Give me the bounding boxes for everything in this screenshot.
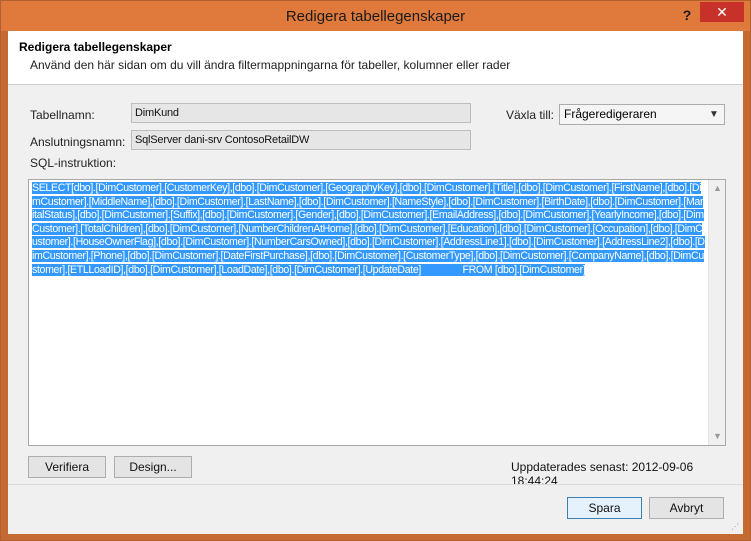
dialog-footer: Spara Avbryt ⋰ <box>8 484 743 534</box>
connection-name-label: Anslutningsnamn: <box>30 135 126 149</box>
sql-statement-label: SQL-instruktion: <box>30 156 117 170</box>
table-name-label: Tabellnamn: <box>30 108 95 122</box>
resize-grip-icon[interactable]: ⋰ <box>731 522 741 532</box>
dialog-client: Redigera tabellegenskaper Använd den här… <box>8 31 743 534</box>
connection-name-field: SqlServer dani-srv ContosoRetailDW <box>131 130 471 150</box>
table-name-field: DimKund <box>131 103 471 123</box>
scroll-up-icon[interactable]: ▲ <box>709 180 726 197</box>
chevron-down-icon: ▼ <box>709 109 719 120</box>
window-title: Redigera tabellegenskaper <box>285 8 466 25</box>
save-button[interactable]: Spara <box>567 497 642 519</box>
vertical-scrollbar[interactable]: ▲ ▼ <box>708 180 725 445</box>
sql-text-selection: SELECT[dbo].[DimCustomer].[CustomerKey],… <box>32 182 705 276</box>
title-bar[interactable]: Redigera tabellegenskaper ? ✕ <box>1 1 750 31</box>
cancel-button[interactable]: Avbryt <box>649 497 724 519</box>
verify-button[interactable]: Verifiera <box>28 456 106 478</box>
switch-to-value: Frågeredigeraren <box>564 107 657 121</box>
dialog-window: Redigera tabellegenskaper ? ✕ Redigera t… <box>0 0 751 541</box>
close-icon[interactable]: ✕ <box>700 2 744 22</box>
switch-to-label: Växla till: <box>506 108 555 122</box>
dialog-header: Redigera tabellegenskaper Använd den här… <box>8 31 743 85</box>
sql-text-container: SELECT[dbo].[DimCustomer].[CustomerKey],… <box>32 182 705 277</box>
help-icon[interactable]: ? <box>676 5 698 25</box>
header-description: Använd den här sidan om du vill ändra fi… <box>30 58 511 72</box>
sql-statement-textarea[interactable]: SELECT[dbo].[DimCustomer].[CustomerKey],… <box>28 179 726 446</box>
switch-to-select[interactable]: Frågeredigeraren ▼ <box>559 104 725 125</box>
header-title: Redigera tabellegenskaper <box>19 40 172 54</box>
design-button[interactable]: Design... <box>114 456 192 478</box>
scroll-down-icon[interactable]: ▼ <box>709 428 726 445</box>
